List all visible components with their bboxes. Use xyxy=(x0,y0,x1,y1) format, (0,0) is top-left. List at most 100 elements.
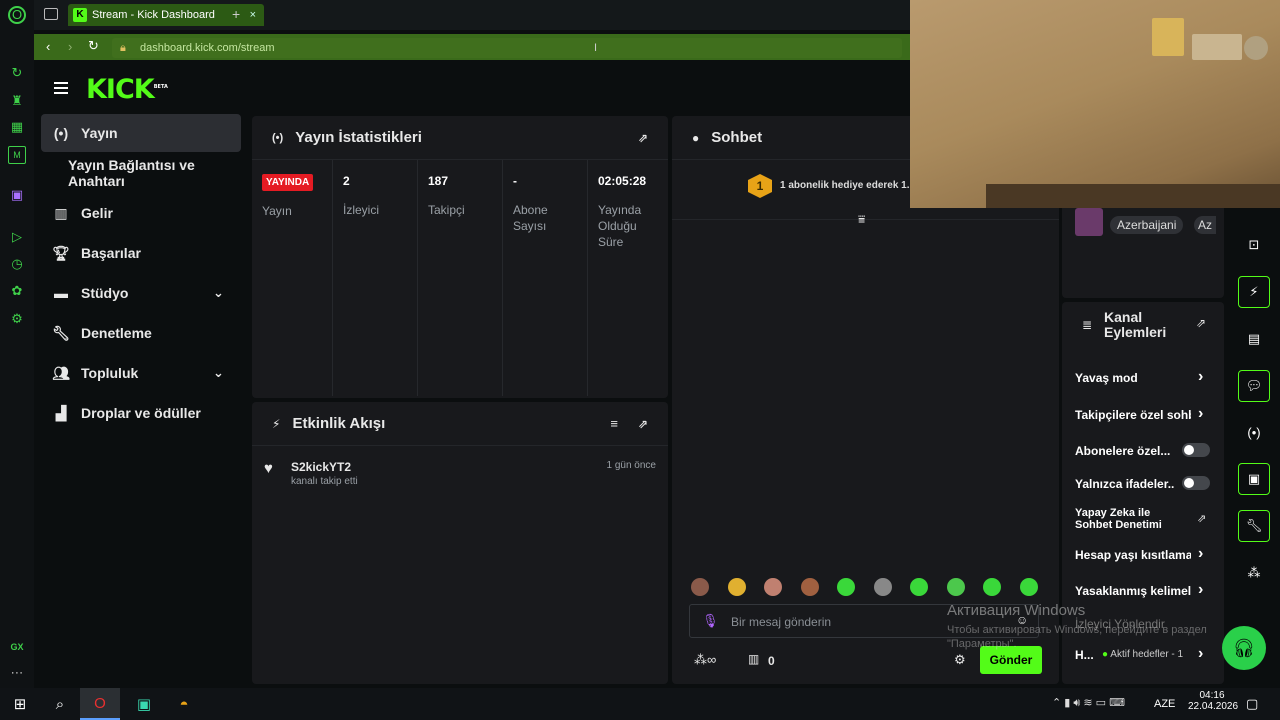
kick-logo[interactable]: KICKBETA xyxy=(86,74,168,105)
emotes-only-toggle[interactable] xyxy=(1182,476,1210,490)
back-arrow-icon[interactable]: ‹ xyxy=(46,39,50,54)
chat-scroll-icon[interactable]: ⩸ xyxy=(858,212,865,227)
chevron-right-icon[interactable]: › xyxy=(1198,581,1203,599)
opera-gx-taskbar-icon[interactable]: O xyxy=(80,688,120,720)
action-slow-mode[interactable]: Yavaş mod xyxy=(1075,371,1215,385)
action-followers-only[interactable]: Takipçilere özel sohbet xyxy=(1075,408,1191,422)
lightning-icon[interactable]: ⚡︎ xyxy=(1238,276,1270,308)
chat-emote-icon[interactable] xyxy=(727,578,746,596)
news-icon[interactable]: ▦ xyxy=(8,118,26,136)
microphone-icon[interactable]: 🎙︎ xyxy=(702,613,719,629)
twitch-icon[interactable]: ▣ xyxy=(8,186,26,204)
stat-live: YAYINDA Yayın xyxy=(252,160,333,396)
rank-badge: 1 xyxy=(748,174,772,198)
screenshot-icon[interactable]: ⊡ xyxy=(1238,229,1270,261)
play-circle-icon[interactable]: ▷ xyxy=(8,228,26,246)
stat-viewers: 2 İzleyici xyxy=(333,160,418,396)
activation-watermark-title: Активация Windows xyxy=(947,602,1086,619)
event-user[interactable]: S2kickYT2 xyxy=(291,460,351,474)
chat-bubble-icon[interactable]: 💬︎ xyxy=(1238,370,1270,402)
forward-arrow-icon[interactable]: › xyxy=(68,39,72,54)
chevron-down-icon[interactable]: ⌄ xyxy=(213,365,224,381)
users-icon[interactable]: ⁂ xyxy=(1238,557,1270,589)
extensions-icon[interactable]: ✿ xyxy=(8,282,26,300)
messenger-m-icon[interactable]: M xyxy=(8,146,26,164)
filter-icon[interactable]: ≡ xyxy=(610,416,618,431)
action-ai-moderation[interactable]: Yapay Zeka ile Sohbet Denetimi xyxy=(1075,507,1175,531)
popout-icon[interactable]: ⇗ xyxy=(638,131,648,145)
notification-icon[interactable]: ▢ xyxy=(1246,696,1258,712)
wrench-icon: 🔧︎ xyxy=(52,324,70,341)
burger-app-taskbar-icon[interactable]: ◓ xyxy=(164,688,204,720)
channel-info-panel: Azerbaijani Az xyxy=(1062,200,1224,298)
store-icon[interactable]: ▥ xyxy=(748,652,759,666)
chat-emote-icon[interactable] xyxy=(1019,578,1038,596)
channel-tag[interactable]: Azerbaijani xyxy=(1110,216,1184,234)
heart-icon: ♥ xyxy=(264,460,273,477)
language-indicator[interactable]: AZE xyxy=(1154,698,1175,710)
search-icon[interactable]: ⌕ xyxy=(40,688,80,720)
sidebar-item-denetleme[interactable]: 🔧︎ Denetleme xyxy=(41,314,241,352)
send-button[interactable]: Gönder xyxy=(980,646,1042,674)
chat-emote-icon[interactable] xyxy=(764,578,782,596)
new-tab-icon[interactable]: + xyxy=(232,6,240,22)
chat-emote-icon[interactable] xyxy=(800,578,819,596)
clock[interactable]: 04:16 22.04.2026 xyxy=(1188,690,1238,712)
refresh-circle-icon[interactable]: ↻ xyxy=(8,64,26,82)
chevron-right-icon[interactable]: › xyxy=(1198,405,1203,423)
gx-label[interactable]: GX xyxy=(8,638,26,656)
panel-title: Kanal Eylemleri xyxy=(1104,309,1167,340)
desk-edge xyxy=(986,184,1280,208)
support-headset-icon[interactable]: 🎧︎ xyxy=(1222,626,1266,670)
external-link-icon[interactable]: ⇗ xyxy=(1197,512,1206,525)
tab-close-icon[interactable]: × xyxy=(250,4,256,26)
sidebar-item-stream-key[interactable]: Yayın Bağlantısı ve Anahtarı xyxy=(41,154,251,192)
tray-icons[interactable]: ⌃ ▮ 🔊︎ ≋ ▭ ⌨ xyxy=(1052,696,1125,710)
app-taskbar-icon[interactable]: ▣ xyxy=(124,688,164,720)
broadcast-icon[interactable]: (•) xyxy=(1238,416,1270,448)
sidebar-item-yayin[interactable]: (•) Yayın xyxy=(41,114,241,152)
reload-icon[interactable]: ↻ xyxy=(88,38,99,54)
chat-emote-icon[interactable] xyxy=(983,578,1001,596)
action-goals[interactable]: H... xyxy=(1075,648,1101,662)
tab-manager-icon[interactable] xyxy=(44,8,58,20)
sidebar-item-basarilar[interactable]: 🏆︎ Başarılar xyxy=(41,234,241,272)
users-infinity-icon[interactable]: ⁂∞ xyxy=(694,652,716,668)
chevron-right-icon[interactable]: › xyxy=(1198,645,1203,663)
popout-icon[interactable]: ⇗ xyxy=(638,417,648,431)
channel-tag[interactable]: Az xyxy=(1194,216,1217,234)
url-field[interactable]: 🔒︎ dashboard.kick.com/stream I xyxy=(112,38,902,58)
sidebar-item-studyo[interactable]: ▬ Stüdyo ⌄ xyxy=(41,274,241,312)
chat-emote-icon[interactable] xyxy=(873,578,892,596)
subscribers-only-toggle[interactable] xyxy=(1182,443,1210,457)
chat-emote-icon[interactable] xyxy=(946,578,965,596)
sidebar-item-topluluk[interactable]: 👥︎ Topluluk ⌄ xyxy=(41,354,241,392)
wrench-icon[interactable]: 🔧︎ xyxy=(1238,510,1270,542)
panel-title: Yayın İstatistikleri xyxy=(295,129,422,146)
sidebar-item-gelir[interactable]: ▥ Gelir xyxy=(41,194,241,232)
hamburger-menu-icon[interactable] xyxy=(54,82,68,94)
controller-icon[interactable]: ♜ xyxy=(8,92,26,110)
sidebar-item-droplar[interactable]: ▟ Droplar ve ödüller xyxy=(41,394,241,432)
chat-emote-icon[interactable] xyxy=(837,578,855,596)
more-dots-icon[interactable]: ⋯ xyxy=(8,664,26,682)
chat-emote-icon[interactable] xyxy=(910,578,928,596)
chevron-right-icon[interactable]: › xyxy=(1198,545,1203,563)
panel-title: Sohbet xyxy=(711,129,763,146)
chevron-down-icon[interactable]: ⌄ xyxy=(213,285,224,301)
event-desc: kanalı takip etti xyxy=(291,476,358,487)
notes-icon[interactable]: ▤ xyxy=(1238,323,1270,355)
trophy-icon: 🏆︎ xyxy=(52,244,70,261)
windows-start-icon[interactable]: ⊞ xyxy=(0,688,40,720)
windows-taskbar: ⊞ ⌕ O ▣ ◓ ⌃ ▮ 🔊︎ ≋ ▭ ⌨ AZE 04:16 22.04.2… xyxy=(0,688,1280,720)
chat-emote-icon[interactable] xyxy=(691,578,709,596)
chevron-right-icon[interactable]: › xyxy=(1198,368,1203,386)
opera-logo-icon[interactable]: O xyxy=(8,6,26,24)
chat-settings-gear-icon[interactable]: ⚙ xyxy=(954,652,966,668)
popout-icon[interactable]: ⇗ xyxy=(1196,316,1206,330)
video-layout-icon[interactable]: ▣ xyxy=(1238,463,1270,495)
settings-gear-icon[interactable]: ⚙ xyxy=(8,310,26,328)
action-banned-words[interactable]: Yasaklanmış kelimeler xyxy=(1075,584,1191,598)
history-icon[interactable]: ◷ xyxy=(8,255,26,273)
action-account-age[interactable]: Hesap yaşı kısıtlama xyxy=(1075,548,1191,562)
